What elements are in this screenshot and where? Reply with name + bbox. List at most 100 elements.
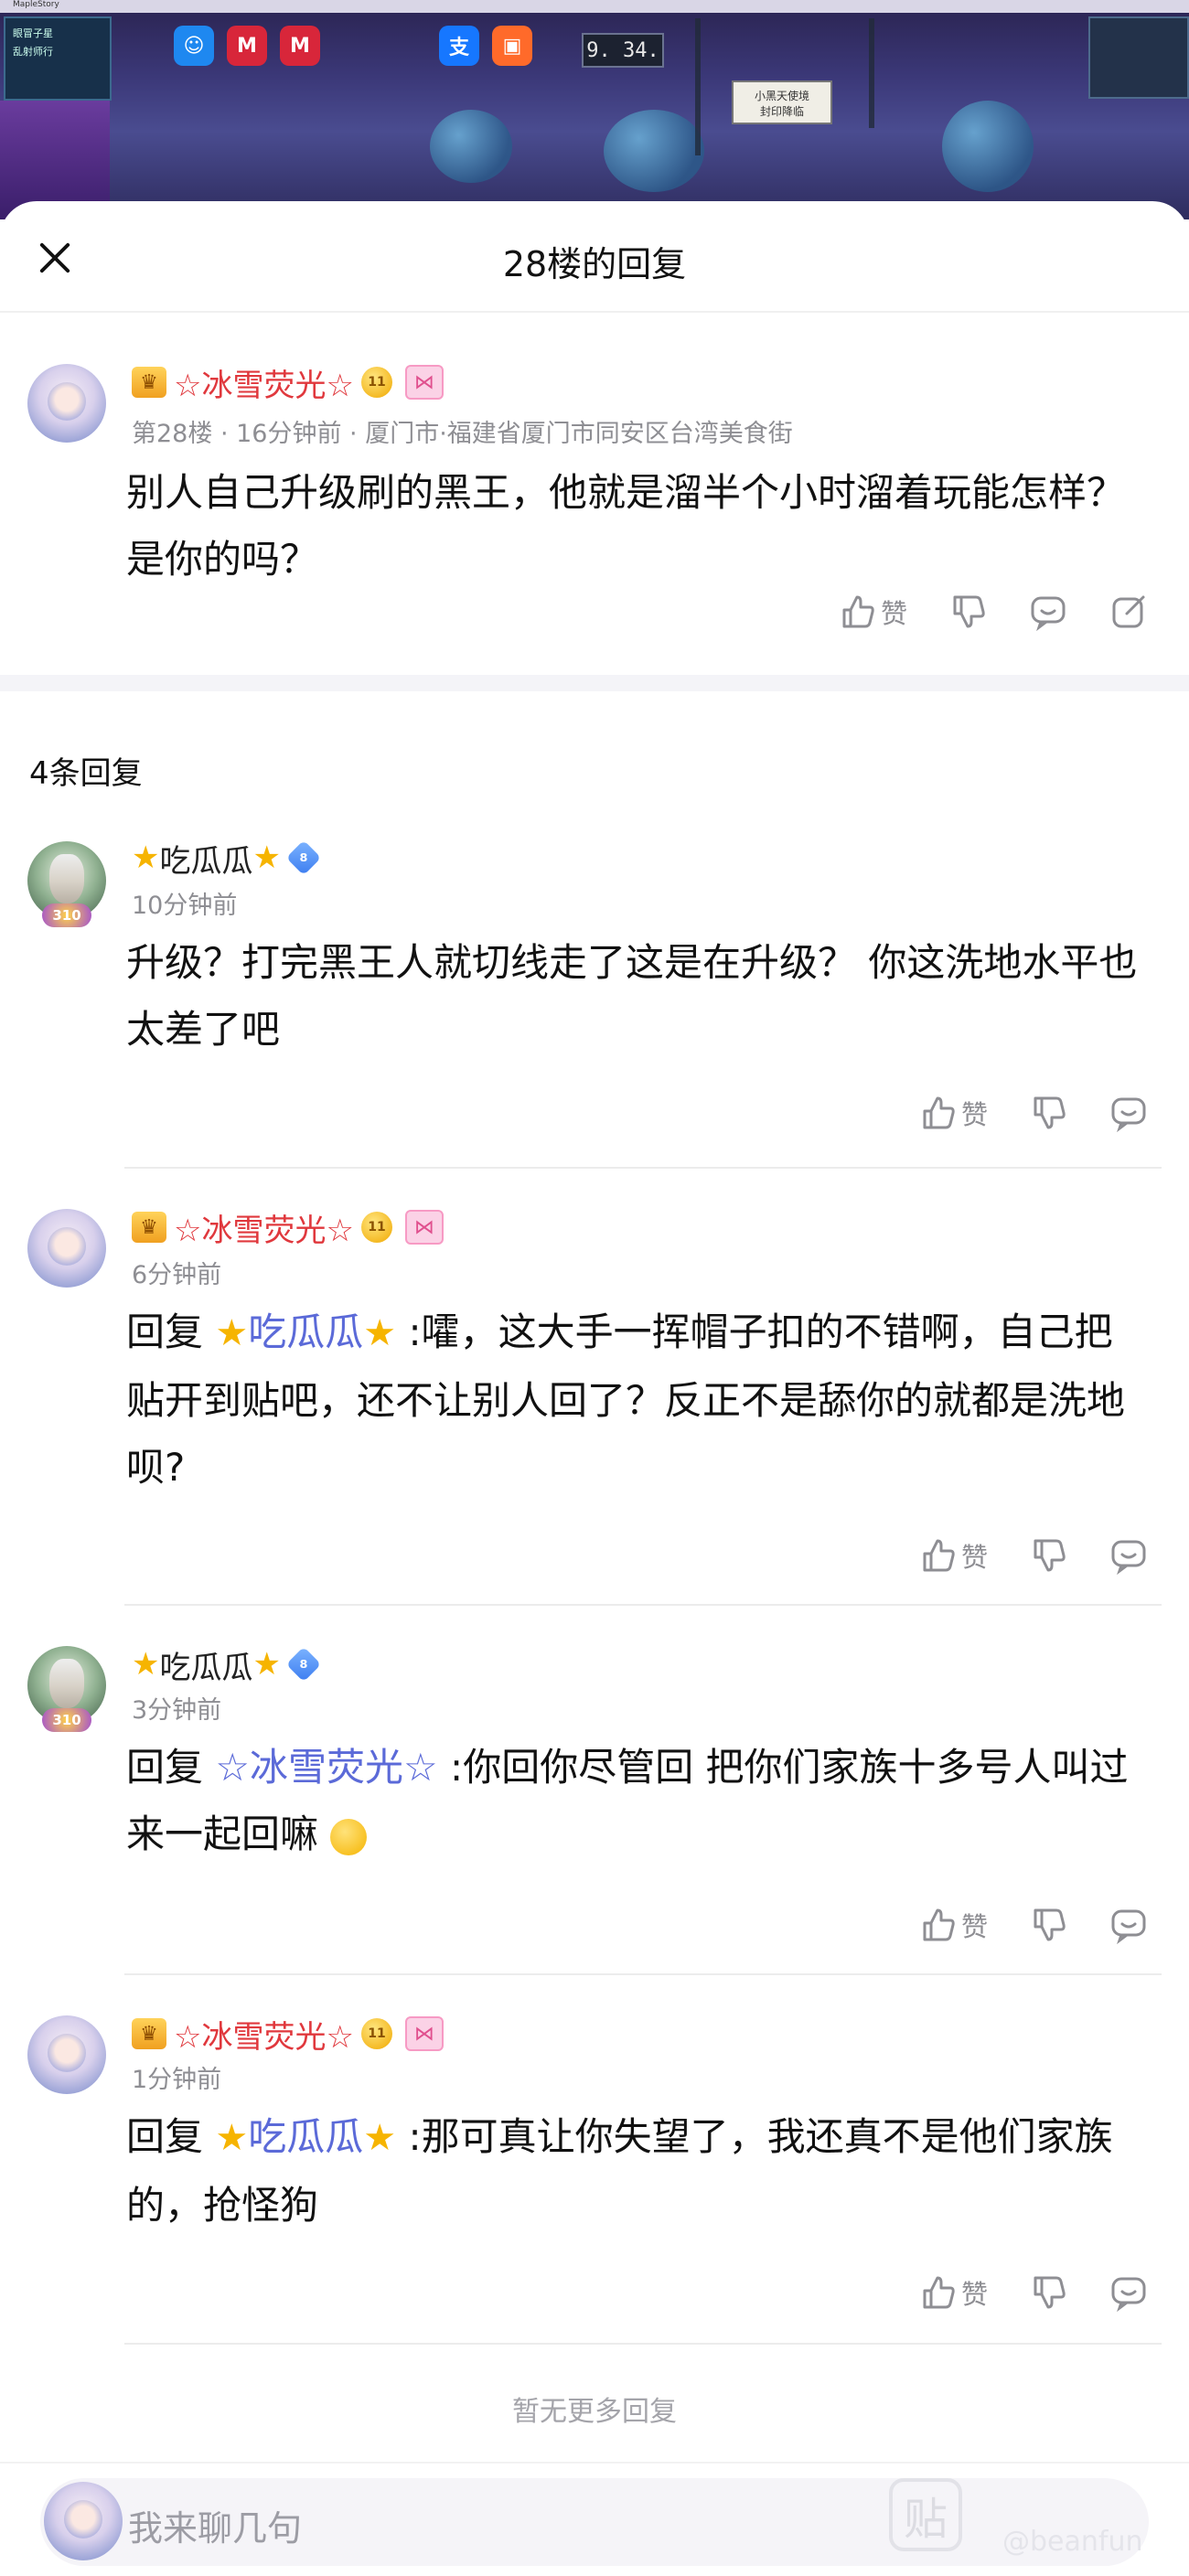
qq-app-icon: ☺ [174,26,214,66]
like-button[interactable]: 赞 [917,2272,988,2313]
username[interactable]: 吃瓜瓜 [159,1642,252,1687]
alipay-app-icon: 支 [439,26,479,66]
thumbs-down-icon [1034,1539,1066,1572]
username-line: ♛ ☆冰雪荧光☆ 11 ⋈ [132,2012,444,2057]
game-scenery [869,18,874,128]
dislike-button[interactable] [1028,2272,1068,2313]
like-button[interactable]: 赞 [917,1093,988,1133]
avatar[interactable] [27,2015,106,2094]
game-scenery [430,110,512,183]
avatar[interactable] [27,364,106,443]
reply-item: 310 ★ 吃瓜瓜 ★ 8 3分钟前 回复 ☆冰雪荧光☆ :你回你尽管回 把你们… [0,1637,1189,1984]
reply-content: 回复 ★吃瓜瓜★ :那可真让你失望了，我还真不是他们家族的，抢怪狗 [126,2103,1151,2239]
game-window-title: MapleStory [13,0,59,9]
game-sign-line: 小黑天使境 [754,90,809,102]
watermark-text: @beanfun [1002,2526,1143,2558]
game-window-titlebar: MapleStory [0,0,1189,13]
dislike-button[interactable] [948,592,988,632]
reply-actions: 赞 [877,1902,1149,1948]
like-button[interactable]: 赞 [917,1535,988,1576]
star-icon: ★ [215,1312,249,1354]
like-button[interactable]: 赞 [917,1905,988,1945]
mention-link[interactable]: ★吃瓜瓜★ [215,1309,396,1354]
username[interactable]: ☆冰雪荧光☆ [174,360,354,405]
reply-content: 回复 ★吃瓜瓜★ :嚯，这大手一挥帽子扣的不错啊，自己把贴开到贴吧，还不让别人回… [126,1299,1151,1501]
tieba-watermark-icon: 贴 [889,2478,962,2551]
reply-divider [124,1973,1162,1975]
username[interactable]: ☆冰雪荧光☆ [174,1205,354,1250]
username[interactable]: 吃瓜瓜 [159,836,252,881]
reply-time: 10分钟前 [132,892,238,920]
avatar-level-badge: 310 [42,903,91,927]
crown-icon: ♛ [132,367,166,398]
star-icon: ★ [215,2117,249,2159]
edit-button[interactable] [1109,592,1149,632]
like-label: 赞 [880,598,907,629]
sheet-title: 28楼的回复 [502,244,687,284]
bus-app-icon: ▣ [492,26,532,66]
mention-name: 吃瓜瓜 [248,2114,364,2159]
comment-button[interactable] [1109,1535,1149,1576]
replies-count: 4条回复 [29,755,143,792]
avatar-level-badge: 310 [42,1708,91,1732]
username-line: ★ 吃瓜瓜 ★ 8 [132,1642,322,1687]
comment-input-placeholder: 我来聊几句 [128,2508,303,2549]
star-icon: ★ [252,839,281,876]
mention-link[interactable]: ★吃瓜瓜★ [215,2114,396,2159]
thumbs-down-icon [1034,1096,1066,1129]
bank-app-icon: M [227,26,267,66]
reply-time: 3分钟前 [132,1696,222,1725]
username-line: ♛ ☆冰雪荧光☆ 11 ⋈ [132,360,444,405]
level-badge: 11 [360,2018,392,2049]
comment-button[interactable] [1109,1905,1149,1945]
bow-icon: ⋈ [404,365,444,400]
comment-icon [1111,1097,1146,1133]
game-clock: 9. 34. [582,33,664,68]
game-sign-line: 封印降临 [759,105,804,118]
star-icon: ★ [132,839,160,876]
avatar[interactable] [27,1209,106,1288]
comment-button[interactable] [1028,592,1068,632]
like-button[interactable]: 赞 [837,592,907,632]
username[interactable]: ☆冰雪荧光☆ [174,2012,354,2057]
reply-content: 回复 ☆冰雪荧光☆ :你回你尽管回 把你们家族十多号人叫过来一起回嘛 [126,1734,1151,1867]
crown-icon: ♛ [132,2018,166,2049]
mention-name: 吃瓜瓜 [248,1309,364,1354]
level-badge: 8 [285,839,322,876]
mention-link[interactable]: ☆冰雪荧光☆ [215,1745,437,1790]
game-sign: 小黑天使境 封印降临 [732,80,832,124]
game-scenery [604,110,704,192]
dislike-button[interactable] [1028,1535,1068,1576]
reply-content: 升级？打完黑王人就切线走了这是在升级？ 你这洗地水平也太差了吧 [126,940,1138,1052]
thumbs-down-icon [1034,2276,1066,2309]
reply-divider [124,1604,1162,1606]
game-hud-panel: 眼冒子星 乱射师行 [4,16,112,101]
thumbs-up-icon [923,2276,955,2309]
sheet-header: 28楼的回复 [0,201,1189,313]
comment-button[interactable] [1109,1093,1149,1133]
comment-button[interactable] [1109,2272,1149,2313]
dislike-button[interactable] [1028,1093,1068,1133]
reply-divider [124,2343,1162,2345]
post-actions: 赞 [797,589,1149,635]
post-content: 别人自己升级刷的黑王，他就是溜半个小时溜着玩能怎样？是你的吗？ [126,470,1126,582]
thumbs-up-icon [923,1539,955,1572]
no-more-replies: 暂无更多回复 [512,2396,677,2428]
thumbs-up-icon [842,595,874,628]
background-game-screenshot: MapleStory 眼冒子星 乱射师行 ☺ M M 支 ▣ 9. 34. 小黑… [0,0,1189,219]
comment-input[interactable]: 我来聊几句 [40,2478,1149,2566]
dislike-button[interactable] [1028,1905,1068,1945]
like-label: 赞 [960,1542,988,1573]
game-minimap [1088,16,1189,99]
level-badge: 11 [360,367,392,398]
thumbs-down-icon [1034,1908,1066,1941]
section-divider [0,675,1189,691]
bow-icon: ⋈ [404,2016,444,2051]
like-label: 赞 [960,1911,988,1942]
like-label: 赞 [960,1099,988,1130]
username-line: ★ 吃瓜瓜 ★ 8 [132,836,322,881]
post-meta: 第28楼 · 16分钟前 · 厦门市·福建省厦门市同安区台湾美食街 [132,420,793,448]
reply-prefix: 回复 [126,2114,204,2159]
reply-actions: 赞 [877,1090,1149,1136]
reply-actions: 赞 [877,1533,1149,1578]
